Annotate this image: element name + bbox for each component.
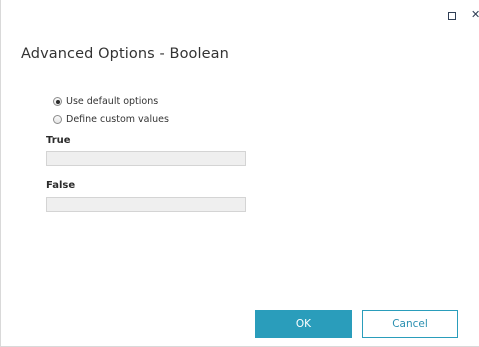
use-default-label: Use default options: [66, 96, 159, 107]
dialog-title: Advanced Options - Boolean: [21, 46, 229, 62]
define-custom-label: Define custom values: [66, 114, 169, 125]
true-label: True: [46, 135, 71, 146]
maximize-icon[interactable]: [448, 12, 456, 20]
radio-use-default[interactable]: [53, 97, 62, 106]
advanced-options-dialog: ✕ Advanced Options - Boolean Use default…: [0, 0, 479, 347]
define-custom-option[interactable]: Define custom values: [53, 114, 169, 125]
ok-button[interactable]: OK: [255, 310, 352, 338]
cancel-button[interactable]: Cancel: [362, 310, 458, 338]
close-icon[interactable]: ✕: [471, 9, 479, 21]
true-field[interactable]: [46, 151, 246, 166]
false-field[interactable]: [46, 197, 246, 212]
radio-define-custom[interactable]: [53, 115, 62, 124]
false-label: False: [46, 180, 76, 191]
use-default-option[interactable]: Use default options: [53, 96, 158, 107]
